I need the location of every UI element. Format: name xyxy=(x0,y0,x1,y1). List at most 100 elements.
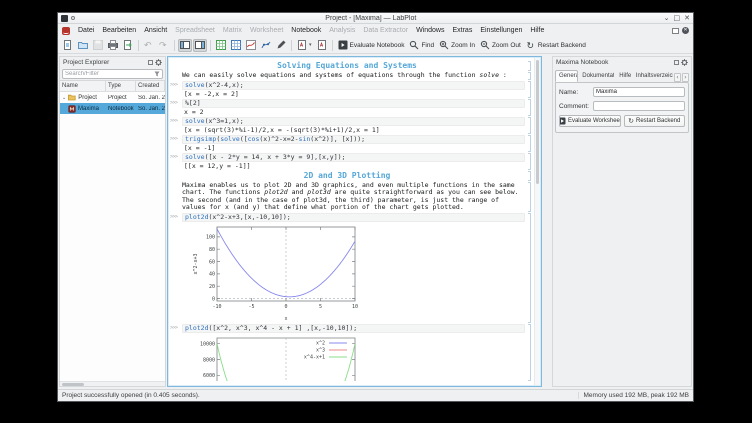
cell-bracket[interactable] xyxy=(528,324,531,381)
command-output: [x = -1] xyxy=(182,144,525,152)
notebook-text-cell[interactable]: We can easily solve equations and system… xyxy=(182,72,525,80)
tree-column-header-type[interactable]: Type xyxy=(106,81,136,91)
new-matrix-button[interactable] xyxy=(229,39,243,52)
command-code[interactable]: solve(x^2-4,x); xyxy=(182,81,525,90)
notebook-text-cell[interactable]: Maxima enables us to plot 2D and 3D grap… xyxy=(182,182,525,212)
tree-cell-created: So. Jan. 2 18: xyxy=(136,106,165,112)
tree-column-header-created[interactable]: Created xyxy=(136,81,165,91)
menu-item-datei[interactable]: Datei xyxy=(74,26,98,35)
new-live-data-button[interactable] xyxy=(274,39,288,52)
cell-bracket[interactable] xyxy=(528,61,531,71)
menu-item-bearbeiten[interactable]: Bearbeiten xyxy=(98,26,140,35)
cell-bracket[interactable] xyxy=(528,182,531,212)
tab-dokumentation[interactable]: Dokumentation xyxy=(578,70,615,82)
gear-icon[interactable] xyxy=(155,59,162,66)
command-code[interactable]: solve([x - 2*y = 14, x + 3*y = 9],[x,y])… xyxy=(182,153,525,162)
new-notebook-alt-button[interactable] xyxy=(315,39,329,52)
caret-down-icon[interactable]: ⌄ xyxy=(62,95,66,101)
svg-text:↷: ↷ xyxy=(159,40,167,50)
notebook-vscrollbar[interactable] xyxy=(534,58,540,385)
export-button[interactable] xyxy=(121,39,135,52)
cell-bracket[interactable] xyxy=(528,171,531,181)
play-icon xyxy=(559,117,566,125)
menu-item-einstellungen[interactable]: Einstellungen xyxy=(476,26,526,35)
notebook-worksheet[interactable]: Solving Equations and SystemsWe can easi… xyxy=(169,58,533,385)
maximize-button[interactable]: □ xyxy=(674,15,681,22)
command-code[interactable]: plot2d([x^2, x^3, x^4 - x + 1] ,[x,-10,1… xyxy=(182,324,525,333)
minimize-button[interactable]: ⌄ xyxy=(664,15,670,22)
zoom-out-button[interactable]: Zoom Out xyxy=(478,39,523,52)
panel-right-icon xyxy=(195,40,205,50)
tab-scroll-right-icon[interactable]: › xyxy=(682,73,689,82)
tab-scroll-arrows: ‹› xyxy=(674,73,689,82)
tab-inhaltsverzeichnis[interactable]: Inhaltsverzeichnis xyxy=(632,70,674,82)
tree-header-row[interactable]: NameTypeCreated xyxy=(60,81,165,92)
tree-column-header-name[interactable]: Name xyxy=(60,81,106,91)
plot-image: 1000080006000x^2x^3x^4-x+1 xyxy=(189,334,525,381)
new-spreadsheet-button[interactable] xyxy=(214,39,228,52)
menu-item-extras[interactable]: Extras xyxy=(448,26,476,35)
command-output: [[x = 12,y = -1]] xyxy=(182,162,525,170)
evaluate-worksheet-button[interactable]: Evaluate Worksheet xyxy=(559,115,621,127)
command-output: [x = (sqrt(3)*%i-1)/2,x = -(sqrt(3)*%i+1… xyxy=(182,126,525,134)
new-project-button[interactable] xyxy=(61,39,75,52)
find-button[interactable]: Find xyxy=(407,39,436,52)
tab-scroll-left-icon[interactable]: ‹ xyxy=(674,73,681,82)
restart-backend-button[interactable]: ↻Restart Backend xyxy=(524,39,588,52)
menu-item-windows[interactable]: Windows xyxy=(412,26,448,35)
mdi-restore-icon[interactable] xyxy=(672,28,679,34)
evaluate-notebook-button[interactable]: Evaluate Notebook xyxy=(336,39,407,52)
command-output: [x = -2,x = 2] xyxy=(182,90,525,98)
command-entry[interactable]: >>>%[2] xyxy=(169,99,525,108)
cell-bracket[interactable] xyxy=(528,72,531,80)
tab-general[interactable]: General xyxy=(555,70,578,82)
toggle-properties-explorer-button[interactable] xyxy=(193,39,207,52)
svg-text:↶: ↶ xyxy=(144,40,152,50)
cell-bracket[interactable] xyxy=(528,99,531,116)
command-entry[interactable]: >>>plot2d(x^2-x+3,[x,-10,10]); xyxy=(169,213,525,222)
menu-item-notebook[interactable]: Notebook xyxy=(287,26,325,35)
command-code[interactable]: %[2] xyxy=(182,99,525,108)
tree-row-project[interactable]: ⌄ProjectProjectSo. Jan. 2 18: xyxy=(60,92,165,103)
search-input[interactable] xyxy=(65,71,154,77)
cell-bracket[interactable] xyxy=(528,213,531,323)
project-tree: NameTypeCreated ⌄ProjectProjectSo. Jan. … xyxy=(60,80,165,381)
name-field[interactable] xyxy=(593,87,685,97)
menu-item-ansicht[interactable]: Ansicht xyxy=(140,26,171,35)
command-code[interactable]: solve(x^3=1,x); xyxy=(182,117,525,126)
filter-icon[interactable] xyxy=(154,71,160,77)
restart-backend-button[interactable]: ↻ Restart Backend xyxy=(624,115,686,127)
command-entry[interactable]: >>>solve(x^3=1,x); xyxy=(169,117,525,126)
project-explorer-hscrollbar[interactable] xyxy=(60,381,165,386)
command-code[interactable]: plot2d(x^2-x+3,[x,-10,10]); xyxy=(182,213,525,222)
tab-hilfe[interactable]: Hilfe xyxy=(615,70,632,82)
undo-icon: ↶ xyxy=(144,40,154,50)
main-area: Project Explorer NameTypeCreated ⌄Projec… xyxy=(58,54,693,389)
cell-bracket[interactable] xyxy=(528,81,531,98)
new-notebook-button[interactable]: ▾ xyxy=(295,39,314,52)
cell-bracket[interactable] xyxy=(528,117,531,134)
command-entry[interactable]: >>>plot2d([x^2, x^3, x^4 - x + 1] ,[x,-1… xyxy=(169,324,525,333)
command-entry[interactable]: >>>trigsimp(solve([cos(x)^2-x=2-sin(x^2)… xyxy=(169,135,525,144)
dock-float-icon[interactable] xyxy=(674,60,679,65)
new-worksheet-button[interactable] xyxy=(244,39,258,52)
command-code[interactable]: trigsimp(solve([cos(x)^2-x=2-sin(x^2)], … xyxy=(182,135,525,144)
tree-row-maxima[interactable]: MaximaNotebookSo. Jan. 2 18: xyxy=(60,103,165,114)
command-prompt: >>> xyxy=(169,135,182,144)
comment-field[interactable] xyxy=(593,101,685,111)
open-project-button[interactable] xyxy=(76,39,90,52)
print-button[interactable] xyxy=(106,39,120,52)
zoom-in-button[interactable]: Zoom In xyxy=(437,39,477,52)
cell-bracket[interactable] xyxy=(528,153,531,170)
window-title: Project - [Maxima] — LabPlot xyxy=(78,15,664,22)
menu-item-hilfe[interactable]: Hilfe xyxy=(526,26,548,35)
dock-float-icon[interactable] xyxy=(148,60,153,65)
close-button[interactable]: ✕ xyxy=(684,15,690,22)
new-datapicker-button[interactable] xyxy=(259,39,273,52)
mdi-close-icon[interactable]: ✕ xyxy=(682,27,689,34)
toggle-project-explorer-button[interactable] xyxy=(178,39,192,52)
cell-bracket[interactable] xyxy=(528,135,531,152)
gear-icon[interactable] xyxy=(681,59,688,66)
command-entry[interactable]: >>>solve(x^2-4,x); xyxy=(169,81,525,90)
command-entry[interactable]: >>>solve([x - 2*y = 14, x + 3*y = 9],[x,… xyxy=(169,153,525,162)
